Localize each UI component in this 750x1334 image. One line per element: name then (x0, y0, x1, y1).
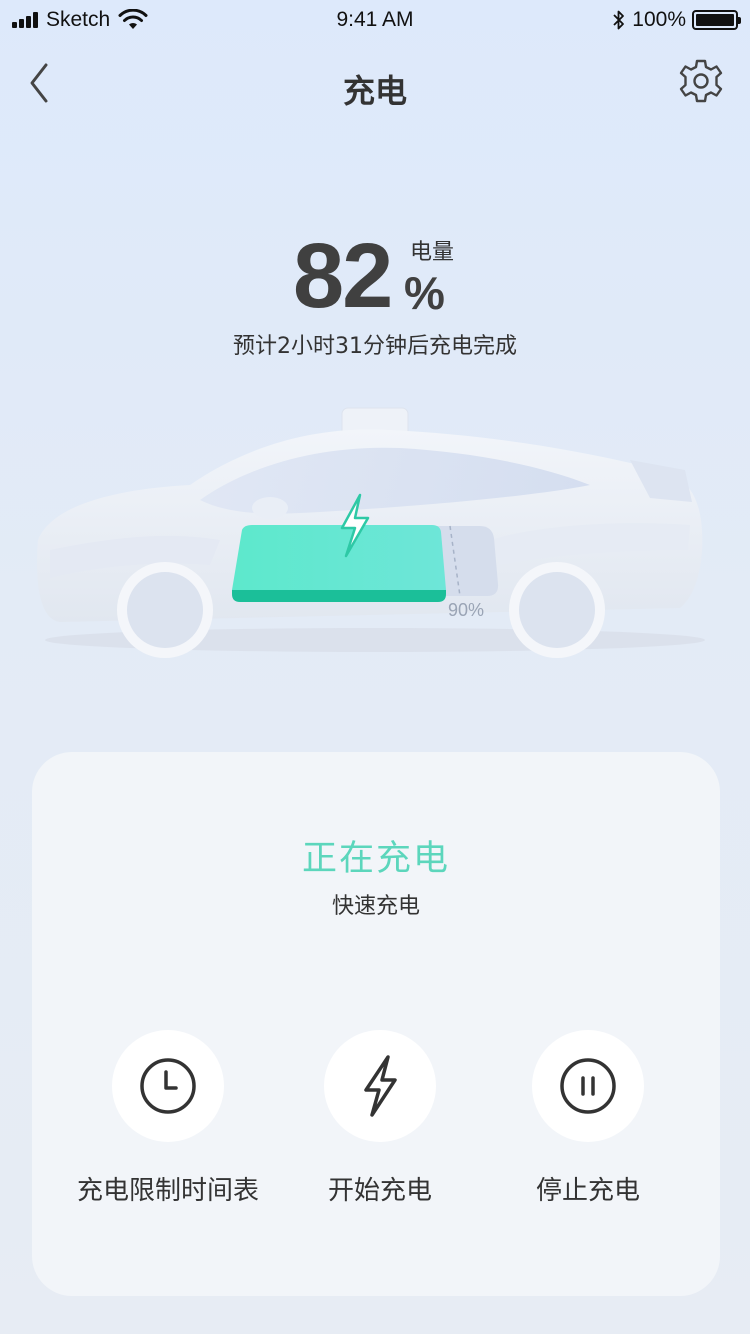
stop-icon-circle (532, 1030, 644, 1142)
pause-icon (560, 1058, 616, 1114)
charge-limit-label: 90% (448, 600, 485, 620)
start-charging-button[interactable]: 开始充电 (260, 1030, 500, 1210)
car-illustration: 90% (20, 390, 730, 680)
battery-percentage: 82 (293, 225, 393, 327)
stop-charging-button[interactable]: 停止充电 (468, 1030, 708, 1210)
car-graphic (36, 407, 705, 658)
status-right: 100% (612, 8, 741, 32)
page-title: 充电 (342, 72, 407, 110)
battery-readout: 82 电量 % 预计2小时31分钟后充电完成 (0, 220, 750, 370)
bluetooth-icon (613, 10, 625, 30)
charging-mode: 快速充电 (331, 894, 420, 919)
charging-card: 正在充电 快速充电 充电限制时间表 开始充电 停止充电 (32, 752, 720, 1296)
battery-fill (696, 14, 734, 26)
schedule-button[interactable]: 充电限制时间表 (48, 1030, 288, 1210)
percent-sign: % (404, 267, 445, 319)
charging-status: 正在充电 (301, 839, 450, 879)
start-charging-label: 开始充电 (327, 1176, 432, 1206)
battery-percent: 100% (632, 8, 686, 31)
clock-icon (140, 1058, 196, 1114)
start-icon-circle (324, 1030, 436, 1142)
charge-eta: 预计2小时31分钟后充电完成 (233, 334, 517, 359)
lightning-icon (364, 1055, 397, 1117)
settings-button[interactable] (676, 56, 726, 106)
battery-capacity-label: 电量 (410, 240, 455, 265)
status-bar: Sketch 9:41 AM 100% (0, 0, 750, 40)
schedule-label: 充电限制时间表 (76, 1176, 259, 1206)
battery-icon (692, 10, 741, 30)
gear-icon (679, 59, 723, 103)
nav-bar: 充电 (0, 48, 750, 120)
schedule-icon-circle (112, 1030, 224, 1142)
stop-charging-label: 停止充电 (535, 1176, 640, 1206)
